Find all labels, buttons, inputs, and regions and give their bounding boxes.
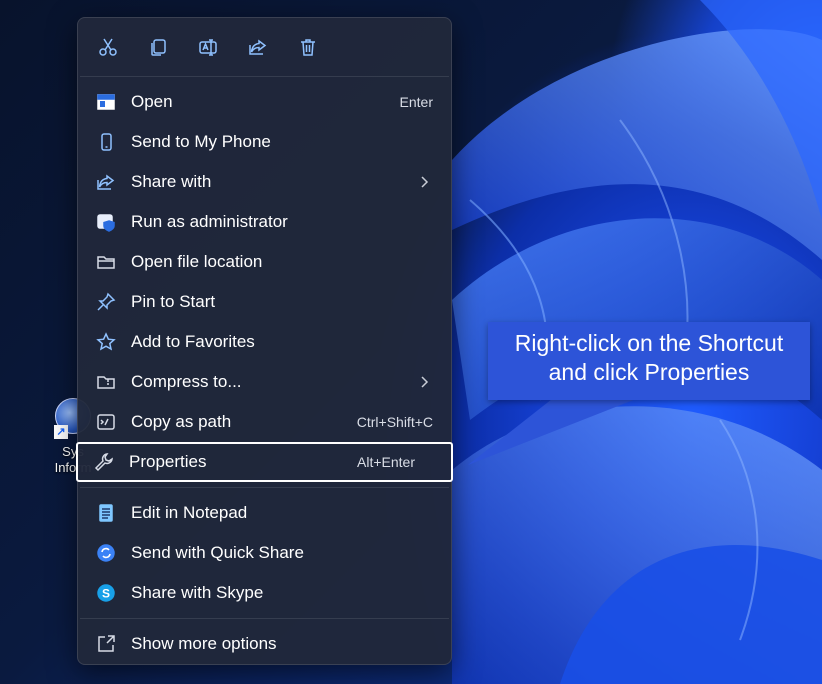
menu-item-label: Compress to...	[131, 372, 242, 391]
copy-button[interactable]	[146, 35, 170, 59]
menu-item-label: Edit in Notepad	[131, 503, 248, 522]
callout-line-1: Right-click on the Shortcut	[514, 330, 784, 356]
folder-icon	[96, 252, 116, 272]
wrench-icon	[94, 452, 114, 472]
open-window-icon	[96, 92, 116, 112]
tutorial-callout: Right-click on the Shortcut and click Pr…	[488, 322, 810, 400]
path-icon	[96, 412, 116, 432]
delete-button[interactable]	[296, 35, 320, 59]
menu-item-properties[interactable]: Properties Alt+Enter	[76, 442, 453, 482]
share-icon	[96, 172, 116, 192]
share-button[interactable]	[246, 35, 270, 59]
menu-item-label: Open	[131, 92, 173, 111]
menu-item-label: Copy as path	[131, 412, 232, 431]
star-icon	[96, 332, 116, 352]
phone-icon	[96, 132, 116, 152]
menu-item-copy-as-path[interactable]: Copy as path Ctrl+Shift+C	[78, 402, 451, 442]
context-menu: Open Enter Send to My Phone Share with R…	[76, 17, 453, 665]
cut-icon	[99, 38, 117, 56]
menu-item-label: Send to My Phone	[131, 132, 271, 151]
menu-item-compress-to[interactable]: Compress to...	[78, 362, 451, 402]
menu-items-group-1: Open Enter Send to My Phone Share with R…	[76, 77, 453, 482]
rename-icon	[199, 39, 217, 56]
menu-item-pin-to-start[interactable]: Pin to Start	[78, 282, 451, 322]
share-icon	[249, 39, 267, 55]
cut-button[interactable]	[96, 35, 120, 59]
rename-button[interactable]	[196, 35, 220, 59]
menu-item-shortcut: Alt+Enter	[357, 454, 415, 470]
menu-items-group-3: Show more options	[78, 619, 451, 664]
menu-item-edit-in-notepad[interactable]: Edit in Notepad	[78, 493, 451, 533]
menu-item-open-file-location[interactable]: Open file location	[78, 242, 451, 282]
pin-icon	[96, 292, 116, 312]
callout-line-2: and click Properties	[548, 359, 750, 385]
shortcut-arrow-icon: ↗	[54, 425, 68, 439]
menu-item-label: Show more options	[131, 634, 277, 653]
menu-item-label: Add to Favorites	[131, 332, 255, 351]
zip-folder-icon	[96, 372, 116, 392]
menu-item-run-as-administrator[interactable]: Run as administrator	[78, 202, 451, 242]
menu-item-send-to-my-phone[interactable]: Send to My Phone	[78, 122, 451, 162]
chevron-right-icon	[421, 376, 429, 388]
menu-item-label: Run as administrator	[131, 212, 288, 231]
notepad-icon	[96, 503, 116, 523]
menu-item-label: Share with	[131, 172, 212, 191]
menu-item-label: Pin to Start	[131, 292, 216, 311]
menu-item-shortcut: Ctrl+Shift+C	[356, 414, 433, 430]
skype-icon: S	[96, 583, 116, 603]
menu-item-send-with-quick-share[interactable]: Send with Quick Share	[78, 533, 451, 573]
menu-item-label: Open file location	[131, 252, 263, 271]
menu-item-open[interactable]: Open Enter	[78, 82, 451, 122]
more-options-icon	[96, 634, 116, 654]
menu-item-label: Share with Skype	[131, 583, 264, 602]
menu-item-shortcut: Enter	[399, 94, 433, 110]
menu-items-group-2: Edit in Notepad Send with Quick Share S …	[78, 488, 451, 613]
quick-share-icon	[96, 543, 116, 563]
menu-item-label: Properties	[129, 452, 207, 471]
chevron-right-icon	[421, 176, 429, 188]
context-menu-toolbar	[78, 18, 451, 76]
menu-item-share-with[interactable]: Share with	[78, 162, 451, 202]
svg-text:S: S	[102, 587, 110, 601]
menu-item-label: Send with Quick Share	[131, 543, 304, 562]
shield-window-icon	[96, 212, 116, 232]
menu-item-share-with-skype[interactable]: S Share with Skype	[78, 573, 451, 613]
menu-item-show-more-options[interactable]: Show more options	[78, 624, 451, 664]
copy-icon	[151, 39, 166, 56]
menu-item-add-to-favorites[interactable]: Add to Favorites	[78, 322, 451, 362]
delete-icon	[301, 39, 315, 56]
